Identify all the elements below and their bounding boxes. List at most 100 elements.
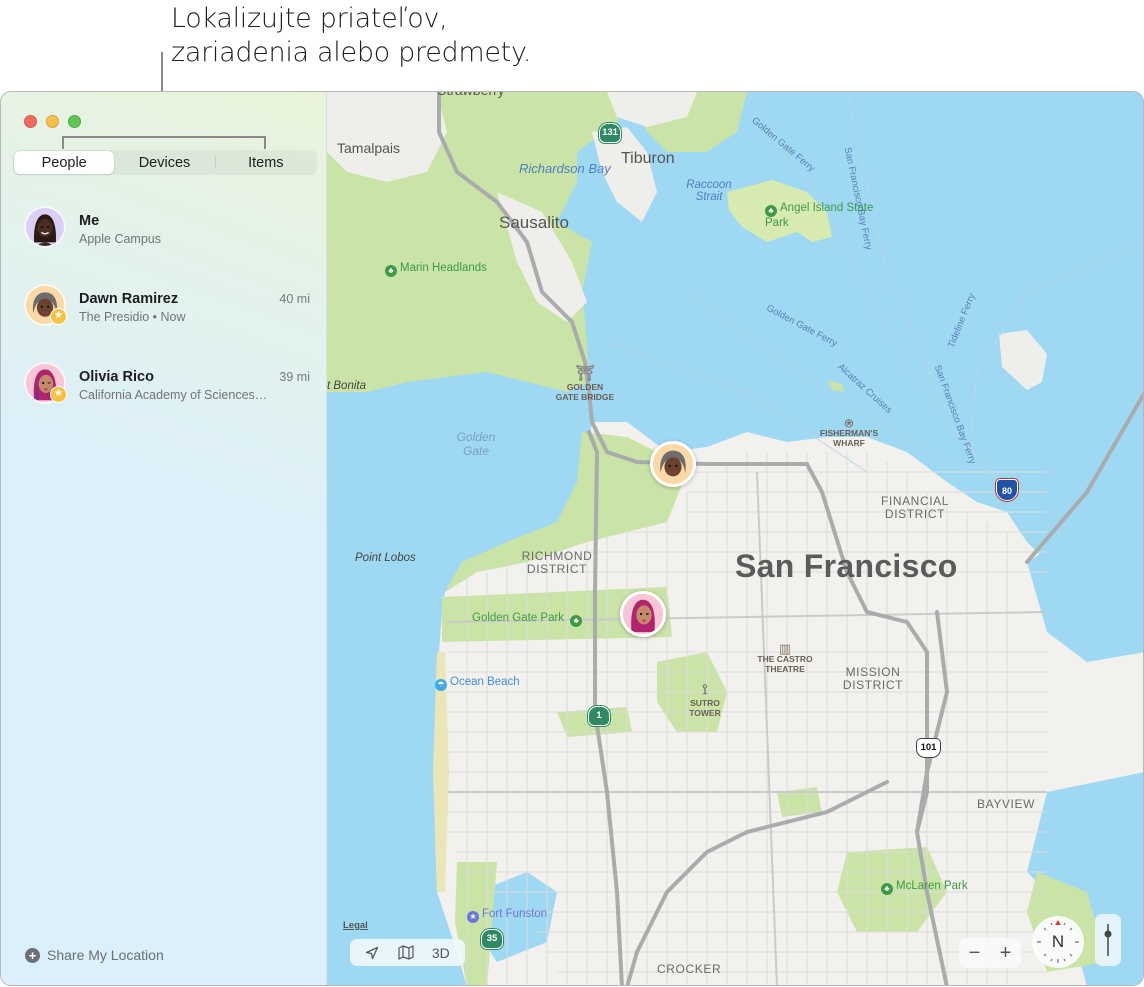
map-label-point-bonita: t Bonita (327, 380, 366, 392)
legal-link[interactable]: Legal (343, 920, 368, 931)
landmark-icon: ⍟ (844, 415, 854, 431)
map-label-san-francisco: San Francisco (735, 548, 958, 584)
tab-items[interactable]: Items (216, 151, 316, 174)
route-shield-101: 101 (916, 738, 941, 758)
map-label-richmond-district: RICHMOND DISTRICT (521, 549, 593, 576)
tower-icon: ⟟ (702, 681, 708, 697)
theatre-icon: ▥ (778, 641, 792, 656)
person-name: Me (79, 213, 100, 229)
callout-line-2: zariadenia alebo predmety. (171, 37, 532, 68)
ocean-beach-text: Ocean Beach (450, 676, 520, 688)
mclaren-park-text: McLaren Park (896, 880, 968, 892)
park-tree-icon: ♣ (765, 205, 777, 217)
zoom-controls: − + (959, 938, 1021, 968)
park-tree-icon: ♣ (385, 265, 397, 277)
share-my-location-label: Share My Location (47, 947, 164, 963)
map-label-golden-gate-park: Golden Gate Park ♣ (472, 612, 585, 627)
share-my-location-button[interactable]: + Share My Location (25, 947, 164, 963)
person-distance: 40 mi (279, 292, 310, 306)
person-location: The Presidio • Now (79, 310, 186, 324)
close-button[interactable] (24, 115, 37, 128)
castro-theatre-text: THE CASTRO THEATRE (757, 654, 813, 674)
3d-button[interactable]: 3D (432, 945, 450, 961)
route-shield-80: 80 (996, 479, 1018, 501)
fort-funston-text: Fort Funston (482, 908, 548, 920)
map-label-sutro-tower: ⟟ SUTRO TOWER (675, 680, 735, 718)
pitch-slider[interactable] (1095, 914, 1121, 966)
map-label-golden-gate-bridge: ⛩ GOLDEN GATE BRIDGE (555, 365, 615, 403)
fishermans-wharf-text: FISHERMAN'S WHARF (819, 428, 879, 448)
compass-north-label: N (1051, 932, 1065, 951)
maximize-button[interactable] (68, 115, 81, 128)
raccoon-strait-text: Raccoon Strait (686, 179, 732, 203)
sutro-tower-text: SUTRO TOWER (689, 698, 721, 718)
map-label-sausalito: Sausalito (499, 213, 569, 232)
map-label-mission-district: MISSION DISTRICT (842, 665, 904, 692)
memoji-olivia-icon (623, 594, 663, 634)
callout-leader-horizontal (62, 136, 266, 138)
map-label-tiburon: Tiburon (621, 150, 675, 167)
map-label-financial-district: FINANCIAL DISTRICT (880, 494, 950, 521)
map-pin-dawn-ramirez[interactable] (650, 441, 696, 487)
map-label-crocker: CROCKER (657, 962, 722, 976)
list-item-dawn-ramirez[interactable]: ★ Dawn Ramirez The Presidio • Now 40 mi (1, 280, 327, 358)
zoom-in-button[interactable]: + (1000, 942, 1012, 965)
park-tree-icon: ♣ (570, 615, 583, 627)
map-label-bayview: BAYVIEW (977, 797, 1035, 811)
favorite-star-icon: ★ (50, 386, 67, 403)
person-location: Apple Campus (79, 232, 161, 246)
tab-devices[interactable]: Devices (114, 151, 214, 174)
map-label-tamalpais: Tamalpais (337, 140, 401, 156)
memoji-me-icon (26, 208, 64, 246)
map-label-richardson-bay: Richardson Bay (519, 161, 611, 176)
find-my-window: People Devices Items Me Apple Campus ★ D… (0, 91, 1144, 986)
location-arrow-icon[interactable] (365, 946, 379, 960)
sidebar: People Devices Items Me Apple Campus ★ D… (1, 92, 327, 985)
favorite-star-icon: ★ (50, 308, 67, 325)
memoji-dawn-icon (653, 444, 693, 484)
map-label-ocean-beach: ☂ Ocean Beach (435, 676, 520, 691)
richardson-bay-text: Richardson Bay (519, 161, 611, 176)
map-label-fishermans-wharf: ⍟ FISHERMAN'S WHARF (817, 415, 881, 448)
park-tree-icon: ♣ (881, 883, 893, 895)
golden-gate-park-text: Golden Gate Park (472, 612, 565, 624)
person-name: Dawn Ramirez (79, 291, 179, 307)
plus-circle-icon: + (25, 947, 40, 963)
map-label-strawberry: Strawberry (437, 92, 505, 98)
map-label-marin-headlands: ♣ Marin Headlands (385, 262, 487, 277)
bridge-icon: ⛩ (575, 365, 595, 382)
golden-gate-bridge-text: GOLDEN GATE BRIDGE (555, 382, 615, 402)
person-location: California Academy of Sciences… (79, 388, 268, 402)
avatar-me (24, 206, 66, 248)
zoom-out-button[interactable]: − (969, 942, 981, 965)
map-label-castro-theatre: ▥ THE CASTRO THEATRE (755, 641, 815, 674)
list-item-me[interactable]: Me Apple Campus (1, 202, 327, 280)
person-distance: 39 mi (279, 370, 310, 384)
list-item-olivia-rico[interactable]: ★ Olivia Rico California Academy of Scie… (1, 358, 327, 436)
callout-leader-right (264, 136, 266, 149)
compass-button[interactable]: N (1032, 916, 1084, 968)
callout-line-1: Lokalizujte priateľov, (171, 3, 448, 34)
map-label-raccoon-strait: Raccoon Strait (679, 179, 739, 203)
map-base-layer (327, 92, 1143, 985)
marin-headlands-text: Marin Headlands (400, 262, 487, 274)
star-poi-icon: ★ (467, 911, 479, 923)
callout-annotation: Lokalizujte priateľov, zariadenia alebo … (171, 2, 531, 70)
map-label-mclaren-park: ♣ McLaren Park (881, 880, 968, 895)
map-label-point-lobos: Point Lobos (355, 552, 416, 564)
map-view[interactable]: Strawberry Tamalpais Tiburon Richardson … (327, 92, 1143, 985)
map-mode-controls: 3D (350, 939, 465, 966)
minimize-button[interactable] (46, 115, 59, 128)
map-icon[interactable] (397, 945, 414, 960)
route-shield-131: 131 (599, 123, 621, 143)
tab-people[interactable]: People (14, 151, 115, 174)
category-segmented-control: People Devices Items (13, 150, 317, 175)
map-label-fort-funston: ★ Fort Funston (467, 908, 547, 923)
people-list: Me Apple Campus ★ Dawn Ramirez The Presi… (1, 202, 327, 436)
route-shield-35: 35 (481, 929, 503, 949)
person-name: Olivia Rico (79, 369, 154, 385)
callout-leader-left (62, 136, 64, 149)
map-pin-olivia-rico[interactable] (620, 591, 666, 637)
route-shield-1: 1 (588, 706, 610, 726)
pitch-slider-handle-icon (1104, 924, 1112, 956)
